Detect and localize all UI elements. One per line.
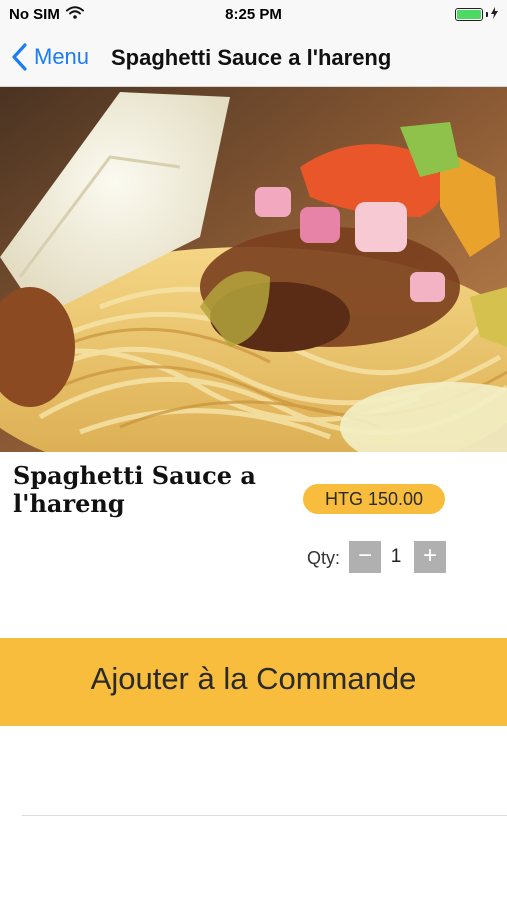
quantity-decrease-button[interactable]: − — [349, 541, 381, 573]
product-name: Spaghetti Sauce a l'hareng — [13, 461, 256, 518]
price-badge: HTG 150.00 — [303, 484, 445, 514]
product-photo — [0, 87, 507, 452]
battery-indicator — [455, 7, 498, 22]
chevron-left-icon — [12, 43, 27, 71]
back-button[interactable]: Menu — [10, 42, 89, 72]
page-title: Spaghetti Sauce a l'hareng — [111, 45, 392, 70]
add-to-order-button[interactable]: Ajouter à la Commande — [0, 638, 507, 726]
status-time: 8:25 PM — [225, 6, 282, 23]
divider — [22, 815, 507, 816]
navigation-bar: Menu Spaghetti Sauce a l'hareng — [0, 30, 507, 87]
quantity-increase-button[interactable]: + — [414, 541, 446, 573]
battery-icon — [455, 8, 483, 21]
status-bar: No SIM 8:25 PM — [0, 0, 507, 30]
quantity-label: Qty: — [307, 548, 341, 568]
quantity-value: 1 — [390, 546, 402, 567]
back-button-label: Menu — [34, 44, 90, 69]
charging-bolt-icon — [491, 7, 498, 22]
